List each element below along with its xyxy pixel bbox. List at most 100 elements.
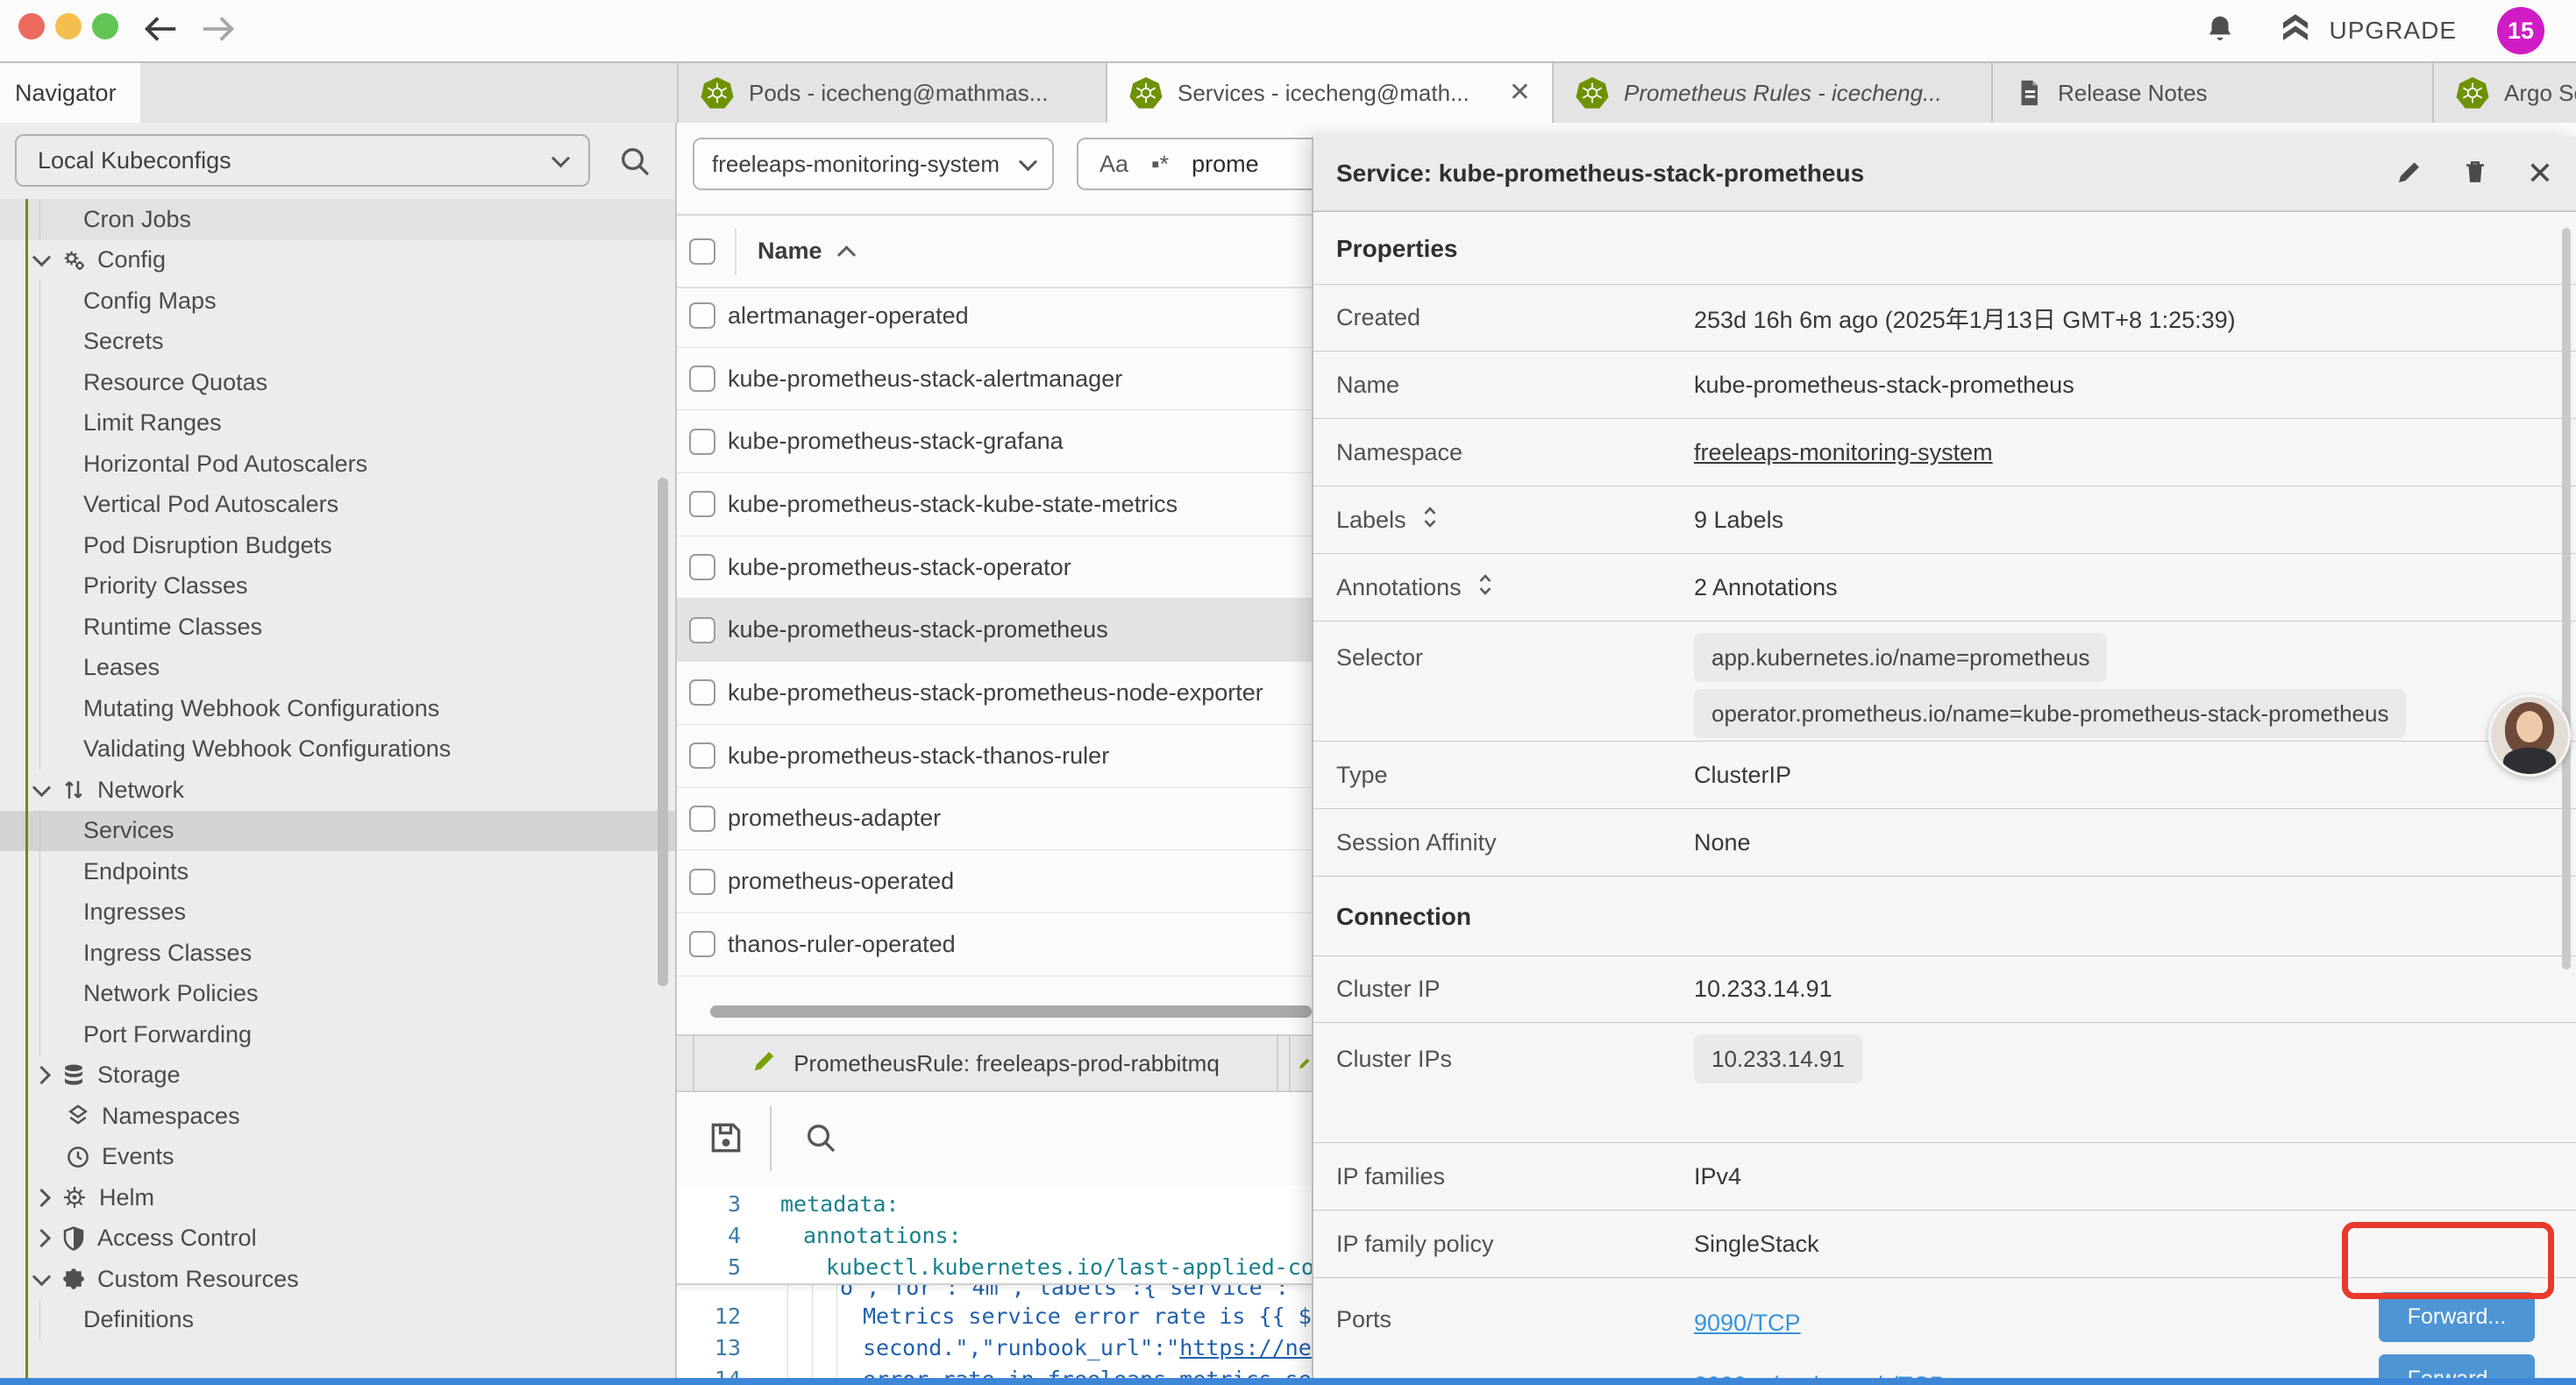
sidebar-item-config-maps[interactable]: Config Maps xyxy=(0,281,675,322)
row-checkbox[interactable] xyxy=(689,869,715,895)
regex-toggle[interactable]: ▪* xyxy=(1151,151,1169,178)
match-case-toggle[interactable]: Aa xyxy=(1099,151,1128,178)
table-row-kube-prometheus-stack-operator[interactable]: kube-prometheus-stack-operator xyxy=(677,536,1312,600)
sidebar-item-config[interactable]: Config xyxy=(0,240,675,281)
notification-count-badge[interactable]: 15 xyxy=(2497,7,2544,54)
sidebar-item-mutating-webhook-configurations[interactable]: Mutating Webhook Configurations xyxy=(0,688,675,729)
row-checkbox[interactable] xyxy=(689,742,715,769)
user-avatar[interactable] xyxy=(2488,694,2571,777)
forward-button[interactable]: Forward... xyxy=(2379,1292,2535,1342)
maximize-window-button[interactable] xyxy=(92,13,118,39)
sidebar-item-runtime-classes[interactable]: Runtime Classes xyxy=(0,607,675,648)
sidebar-scrollbar[interactable] xyxy=(658,478,668,986)
sidebar-item-endpoints[interactable]: Endpoints xyxy=(0,851,675,892)
upgrade-button[interactable]: UPGRADE xyxy=(2277,10,2457,53)
sidebar-item-network[interactable]: Network xyxy=(0,770,675,811)
sidebar-item-pod-disruption-budgets[interactable]: Pod Disruption Budgets xyxy=(0,525,675,566)
row-checkbox[interactable] xyxy=(689,806,715,832)
sidebar-item-vertical-pod-autoscalers[interactable]: Vertical Pod Autoscalers xyxy=(0,485,675,526)
row-checkbox[interactable] xyxy=(689,679,715,706)
navigator-panel-tab[interactable]: Navigator xyxy=(0,63,140,123)
back-button[interactable] xyxy=(140,9,181,53)
sidebar-item-secrets[interactable]: Secrets xyxy=(0,322,675,363)
row-checkbox[interactable] xyxy=(689,429,715,455)
table-row-prometheus-adapter[interactable]: prometheus-adapter xyxy=(677,788,1312,851)
chevron-down-icon[interactable] xyxy=(32,778,51,797)
row-checkbox[interactable] xyxy=(689,554,715,580)
close-tab-icon[interactable]: ✕ xyxy=(1509,80,1531,106)
edit-pencil-icon[interactable] xyxy=(2395,158,2423,190)
notifications-bell-icon[interactable] xyxy=(2203,12,2237,50)
chevron-down-icon[interactable] xyxy=(32,1268,51,1286)
table-row-kube-prometheus-stack-kube-state-metrics[interactable]: kube-prometheus-stack-kube-state-metrics xyxy=(677,473,1312,536)
sidebar-item-network-policies[interactable]: Network Policies xyxy=(0,974,675,1015)
row-checkbox[interactable] xyxy=(689,617,715,643)
sidebar-item-validating-webhook-configurations[interactable]: Validating Webhook Configurations xyxy=(0,729,675,771)
close-drawer-icon[interactable]: ✕ xyxy=(2527,158,2553,189)
close-window-button[interactable] xyxy=(18,13,45,39)
sidebar-item-events[interactable]: Events xyxy=(0,1137,675,1178)
delete-trash-icon[interactable] xyxy=(2462,157,2488,191)
chevron-right-icon[interactable] xyxy=(32,1066,51,1084)
code-link[interactable]: https://net xyxy=(1179,1335,1312,1360)
sidebar-item-priority-classes[interactable]: Priority Classes xyxy=(0,566,675,607)
namespace-filter-select[interactable]: freeleaps-monitoring-system xyxy=(693,138,1054,190)
code-text: kubectl.kubernetes.io/last-applied-co xyxy=(826,1252,1312,1283)
sidebar-item-port-forwarding[interactable]: Port Forwarding xyxy=(0,1014,675,1055)
save-icon[interactable] xyxy=(707,1119,745,1161)
editor-tab-prometheusrule[interactable]: PrometheusRule: freeleaps-prod-rabbitmq xyxy=(693,1036,1278,1090)
table-row-prometheus-operated[interactable]: prometheus-operated xyxy=(677,850,1312,913)
row-checkbox[interactable] xyxy=(689,491,715,517)
sidebar-item-services[interactable]: Services xyxy=(0,811,675,852)
row-checkbox[interactable] xyxy=(689,366,715,392)
sidebar-item-helm[interactable]: Helm xyxy=(0,1177,675,1218)
table-row-thanos-ruler-operated[interactable]: thanos-ruler-operated xyxy=(677,913,1312,977)
table-row-kube-prometheus-stack-alertmanager[interactable]: kube-prometheus-stack-alertmanager xyxy=(677,348,1312,411)
sidebar-item-storage[interactable]: Storage xyxy=(0,1055,675,1097)
kubeconfig-selector[interactable]: Local Kubeconfigs xyxy=(15,134,590,187)
minimize-window-button[interactable] xyxy=(55,13,82,39)
sidebar-item-ingress-classes[interactable]: Ingress Classes xyxy=(0,933,675,974)
editor-search-icon[interactable] xyxy=(803,1120,838,1160)
table-row-kube-prometheus-stack-thanos-ruler[interactable]: kube-prometheus-stack-thanos-ruler xyxy=(677,725,1312,788)
namespace-link[interactable]: freeleaps-monitoring-system xyxy=(1694,439,1993,466)
list-horizontal-scrollbar[interactable] xyxy=(710,1005,1312,1018)
sort-toggle-icon[interactable] xyxy=(1420,504,1440,536)
editor-tab-partial[interactable] xyxy=(1289,1036,1312,1090)
chevron-right-icon[interactable] xyxy=(32,1189,51,1207)
tab-pods-icecheng-mathmas[interactable]: Pods - icecheng@mathmas... xyxy=(679,63,1107,123)
sidebar-item-custom-resources[interactable]: Custom Resources xyxy=(0,1259,675,1300)
tab-release-notes[interactable]: Release Notes xyxy=(1993,63,2434,123)
port-link[interactable]: 9090/TCP xyxy=(1694,1310,1801,1337)
select-all-checkbox[interactable] xyxy=(689,238,715,265)
table-row-kube-prometheus-stack-prometheus[interactable]: kube-prometheus-stack-prometheus xyxy=(677,599,1312,662)
tab-prometheus-rules-icecheng[interactable]: Prometheus Rules - icecheng... xyxy=(1554,63,1993,123)
sidebar-item-limit-ranges[interactable]: Limit Ranges xyxy=(0,403,675,444)
table-row-alertmanager-operated[interactable]: alertmanager-operated xyxy=(677,285,1312,348)
sidebar-item-horizontal-pod-autoscalers[interactable]: Horizontal Pod Autoscalers xyxy=(0,444,675,485)
sidebar-item-namespaces[interactable]: Namespaces xyxy=(0,1096,675,1137)
tab-argo-se[interactable]: Argo Se xyxy=(2434,63,2576,123)
chevron-down-icon[interactable] xyxy=(32,248,51,266)
sidebar-item-resource-quotas[interactable]: Resource Quotas xyxy=(0,362,675,403)
sidebar-item-cron-jobs[interactable]: Cron Jobs xyxy=(0,199,675,240)
sidebar-item-leases[interactable]: Leases xyxy=(0,648,675,689)
chevron-right-icon[interactable] xyxy=(32,1229,51,1247)
drawer-scrollbar[interactable] xyxy=(2562,228,2571,970)
name-column-header[interactable]: Name xyxy=(758,238,853,265)
sidebar-item-definitions[interactable]: Definitions xyxy=(0,1300,675,1341)
table-row-kube-prometheus-stack-prometheus-node-exporter[interactable]: kube-prometheus-stack-prometheus-node-ex… xyxy=(677,662,1312,725)
sidebar-item-ingresses[interactable]: Ingresses xyxy=(0,892,675,934)
row-checkbox[interactable] xyxy=(689,302,715,329)
detail-row-ip-families: IP familiesIPv4 xyxy=(1313,1143,2576,1211)
forward-button[interactable] xyxy=(198,9,238,53)
yaml-editor[interactable]: 3metadata:4annotations:5kubectl.kubernet… xyxy=(677,1185,1312,1378)
table-row-kube-prometheus-stack-grafana[interactable]: kube-prometheus-stack-grafana xyxy=(677,410,1312,473)
row-checkbox[interactable] xyxy=(689,931,715,957)
sort-toggle-icon[interactable] xyxy=(1476,572,1495,604)
sidebar-search-icon[interactable] xyxy=(617,144,652,183)
sidebar-item-access-control[interactable]: Access Control xyxy=(0,1218,675,1260)
list-search-input[interactable]: Aa ▪* prome xyxy=(1077,138,1312,190)
tab-services-icecheng-math[interactable]: Services - icecheng@math...✕ xyxy=(1107,63,1554,123)
app-window: UPGRADE 15 Navigator Pods - icecheng@mat… xyxy=(0,0,2576,1385)
